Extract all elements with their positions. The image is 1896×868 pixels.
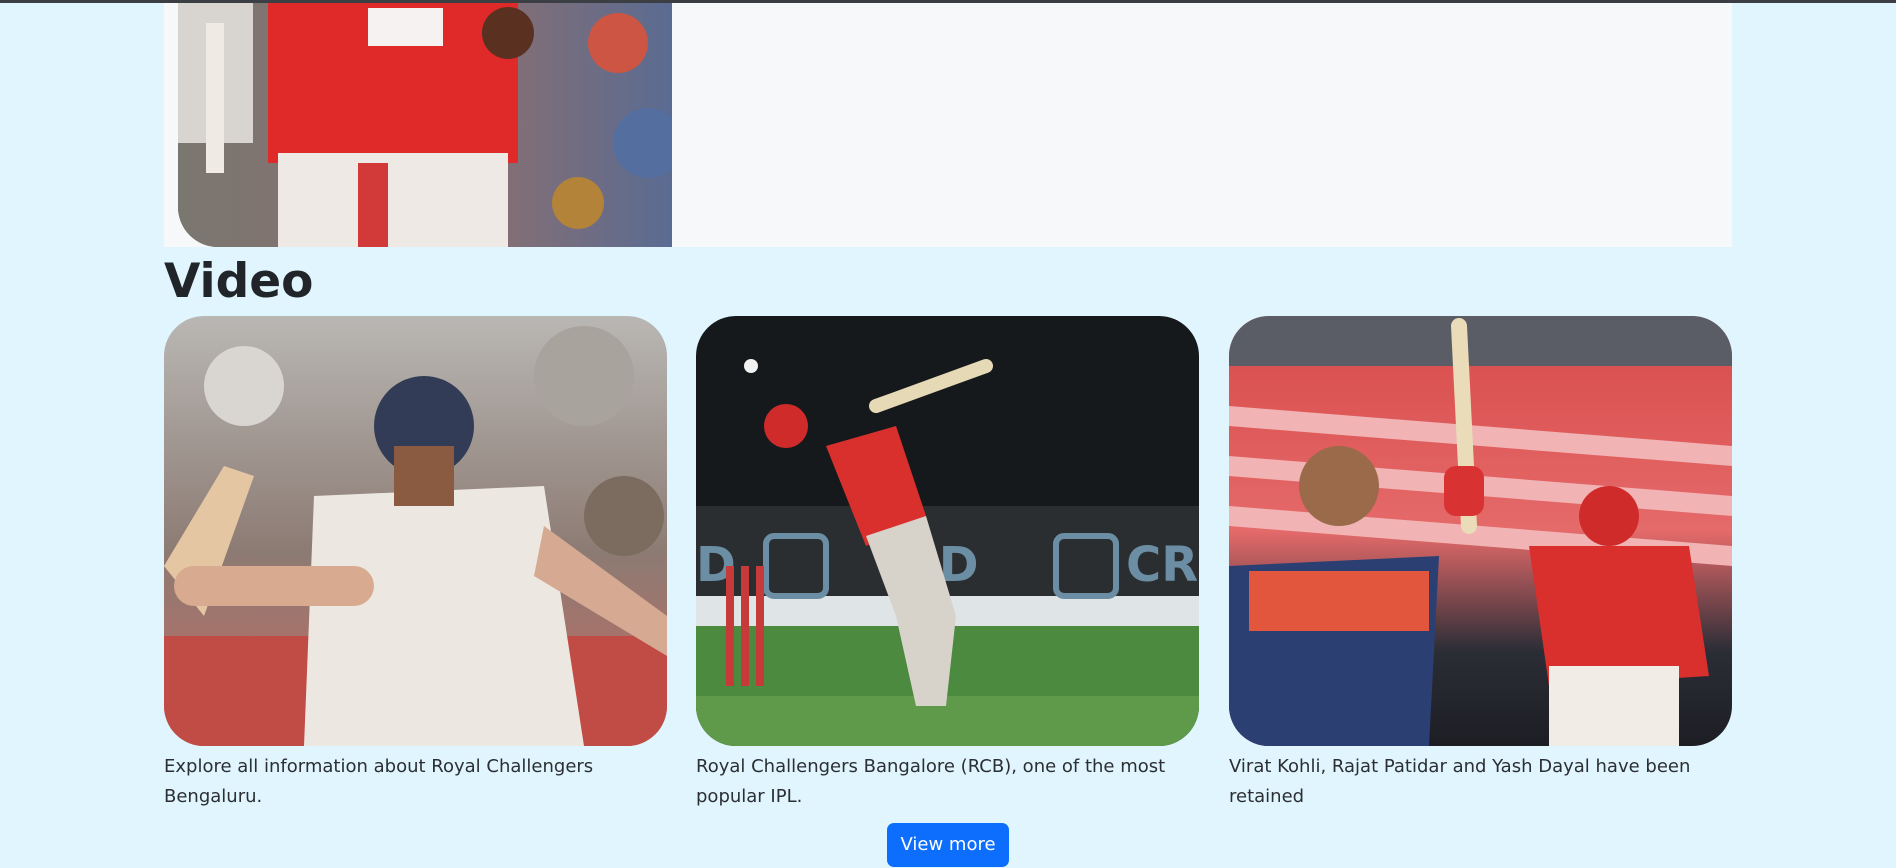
video-caption[interactable]: Explore all information about Royal Chal… — [164, 752, 667, 812]
video-caption[interactable]: Virat Kohli, Rajat Patidar and Yash Daya… — [1229, 752, 1732, 812]
video-section-title: Video — [164, 254, 314, 309]
video-thumbnail[interactable]: D ED CR — [696, 316, 1199, 746]
video-card[interactable]: Explore all information about Royal Chal… — [164, 316, 667, 812]
featured-image[interactable] — [178, 3, 672, 247]
video-caption[interactable]: Royal Challengers Bangalore (RCB), one o… — [696, 752, 1199, 812]
video-thumbnail[interactable] — [1229, 316, 1732, 746]
main-container: Video Explore all information about Roya… — [164, 3, 1732, 807]
video-thumbnail[interactable] — [164, 316, 667, 746]
video-card[interactable]: D ED CR Royal Challengers Bangalore (RCB… — [696, 316, 1199, 812]
video-card-list: Explore all information about Royal Chal… — [164, 316, 1732, 816]
featured-card — [164, 3, 1732, 247]
video-card[interactable]: Virat Kohli, Rajat Patidar and Yash Daya… — [1229, 316, 1732, 812]
svg-text:CR: CR — [1126, 537, 1198, 593]
view-more-button[interactable]: View more — [887, 823, 1009, 867]
